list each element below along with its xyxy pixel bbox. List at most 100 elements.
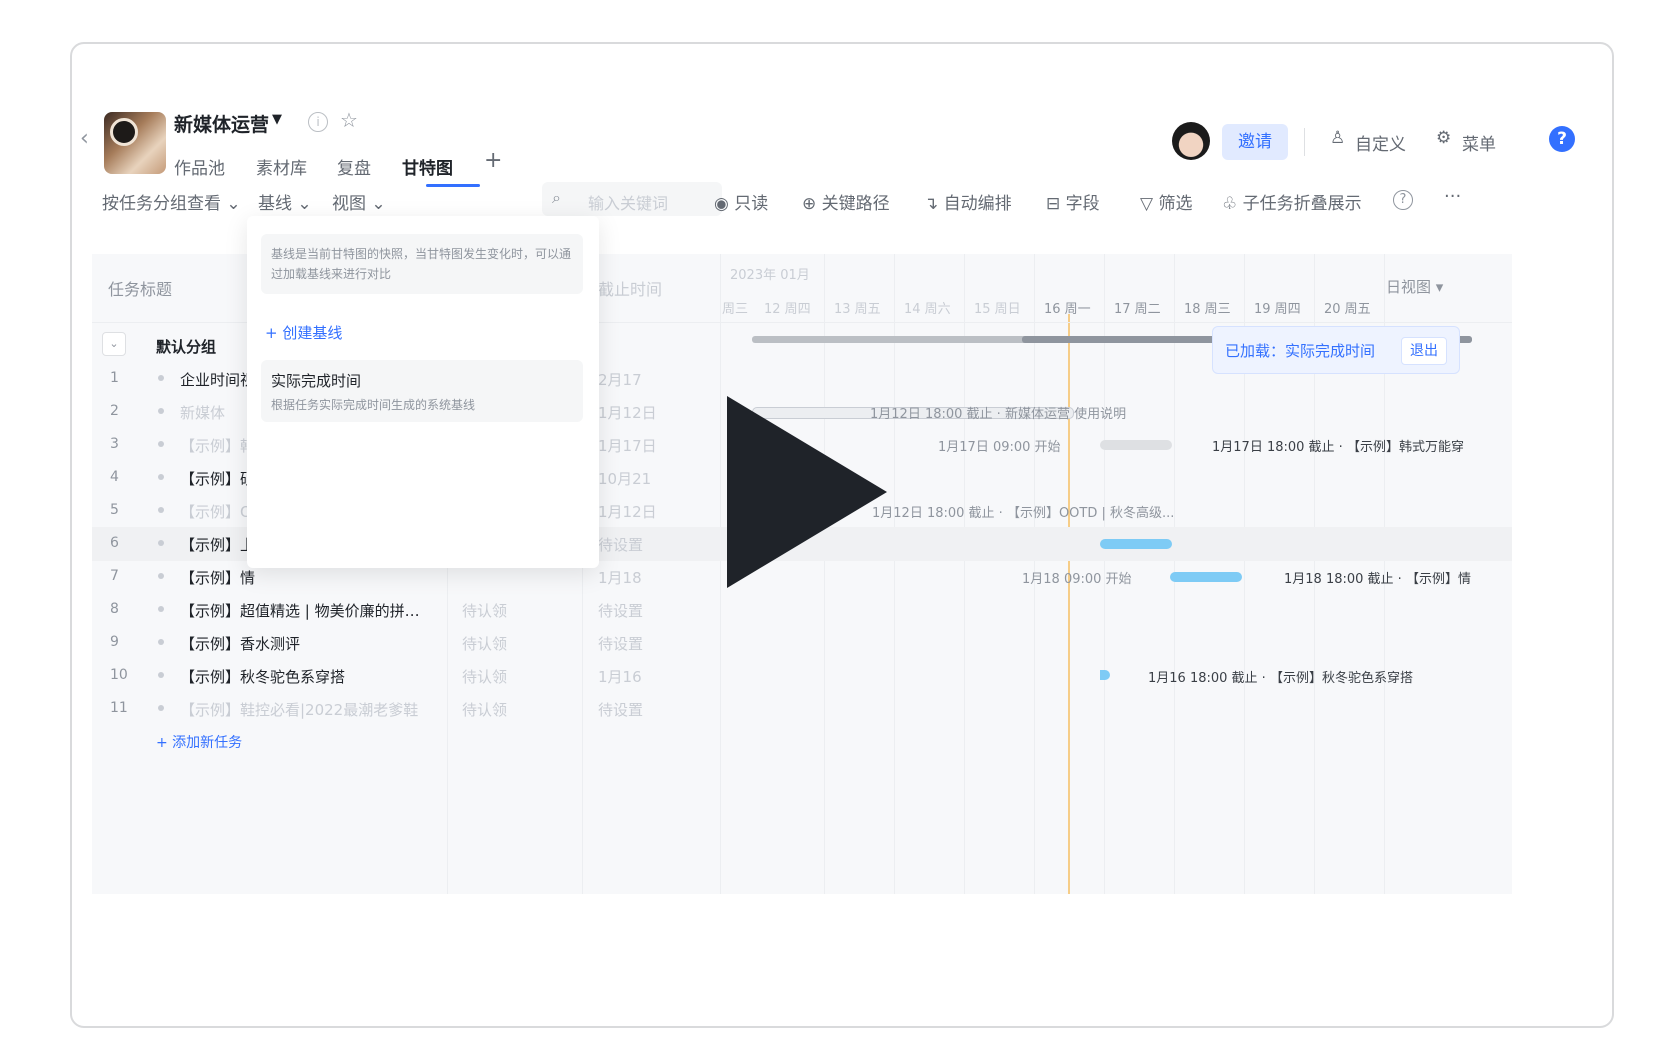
task-deadline: 1月17日 xyxy=(598,437,657,455)
add-task-button[interactable]: + 添加新任务 xyxy=(156,732,242,752)
customize-button[interactable]: 自定义 xyxy=(1355,130,1406,155)
baseline-label: 基线 xyxy=(258,194,292,214)
fields-label: 字段 xyxy=(1065,194,1100,214)
baseline-dropdown[interactable]: 基线 ⌄ xyxy=(258,189,312,214)
invite-button[interactable]: 邀请 xyxy=(1222,124,1288,160)
task-title: 【示例】秋冬驼色系穿搭 xyxy=(180,668,346,686)
play-icon[interactable] xyxy=(727,396,887,588)
question-icon[interactable]: ? xyxy=(1393,190,1413,210)
critical-path-button[interactable]: ⊕ 关键路径 xyxy=(802,189,890,214)
add-tab-icon[interactable]: + xyxy=(484,148,502,173)
baseline-menu: 基线是当前甘特图的快照，当甘特图发生变化时，可以通过加载基线来进行对比 + 创建… xyxy=(247,216,599,568)
task-title: 【示例】香水测评 xyxy=(180,635,301,653)
tab-gantt[interactable]: 甘特图 xyxy=(402,154,453,179)
task-deadline: 1月12日 xyxy=(598,404,657,422)
row-number: 3 xyxy=(110,436,119,452)
help-icon[interactable]: ? xyxy=(1549,126,1575,152)
task-deadline: 1月16 xyxy=(598,668,642,686)
search-input[interactable]: ⌕ 输入关键词 xyxy=(542,182,722,216)
filter-icon: ▽ xyxy=(1140,194,1154,214)
create-baseline-button[interactable]: + 创建基线 xyxy=(265,322,342,343)
filter-label: 筛选 xyxy=(1158,194,1193,214)
table-row[interactable]: 9 【示例】香水测评 待认领 待设置 xyxy=(92,626,1512,660)
chevron-down-icon: ⌄ xyxy=(226,194,241,214)
subtask-fold-label: 子任务折叠展示 xyxy=(1242,194,1362,214)
row-number: 11 xyxy=(110,700,128,716)
title-dropdown-icon[interactable]: ▼ xyxy=(272,112,282,127)
project-avatar xyxy=(104,112,166,174)
day-header: 20 周五 xyxy=(1324,302,1371,317)
back-icon[interactable]: ‹ xyxy=(80,126,89,151)
day-header: 16 周一 xyxy=(1044,302,1091,317)
bar-label: 1月12日 18:00 截止 · 新媒体运营 使用说明 xyxy=(870,407,1127,422)
view-dropdown[interactable]: 视图 ⌄ xyxy=(332,189,386,214)
critical-path-label: 关键路径 xyxy=(821,194,890,214)
day-header: 12 周四 xyxy=(764,302,811,317)
info-icon[interactable]: i xyxy=(308,112,328,132)
auto-schedule-button[interactable]: ↴ 自动编排 xyxy=(924,189,1012,214)
customize-icon[interactable]: ♙ xyxy=(1330,128,1345,148)
filter-button[interactable]: ▽ 筛选 xyxy=(1140,189,1192,214)
loaded-baseline-banner: 已加载：实际完成时间 退出 xyxy=(1212,326,1460,374)
fields-button[interactable]: ⊟ 字段 xyxy=(1046,189,1100,214)
active-tab-indicator xyxy=(426,184,480,187)
row-number: 10 xyxy=(110,667,128,683)
row-number: 2 xyxy=(110,403,119,419)
task-bar[interactable] xyxy=(1100,539,1172,549)
milestone-marker[interactable] xyxy=(1100,670,1110,680)
scale-dropdown[interactable]: 日视图 ▾ xyxy=(1386,276,1443,297)
table-row[interactable]: 8 【示例】超值精选 | 物美价廉的拼… 待认领 待设置 xyxy=(92,593,1512,627)
star-icon[interactable]: ☆ xyxy=(340,108,358,132)
bar-label: 1月12日 18:00 截止 · 【示例】OOTD | 秋冬高级... xyxy=(872,506,1175,521)
table-row[interactable]: 10 【示例】秋冬驼色系穿搭 待认领 1月16 1月16 18:00 截止 · 【示例… xyxy=(92,659,1512,693)
view-label: 视图 xyxy=(332,194,366,214)
tab-works[interactable]: 作品池 xyxy=(174,154,225,179)
group-by-label: 按任务分组查看 xyxy=(102,194,221,214)
exit-baseline-button[interactable]: 退出 xyxy=(1401,337,1447,365)
group-collapse-icon[interactable]: ⌄ xyxy=(102,332,126,356)
task-bar[interactable] xyxy=(1170,572,1242,582)
readonly-button[interactable]: ◉ 只读 xyxy=(714,189,768,214)
tab-review[interactable]: 复盘 xyxy=(337,154,371,179)
day-header: 周三 xyxy=(722,302,749,317)
menu-button[interactable]: 菜单 xyxy=(1462,130,1496,155)
task-deadline: 1月12日 xyxy=(598,503,657,521)
project-title[interactable]: 新媒体运营 xyxy=(174,110,269,137)
task-title: 【示例】上 xyxy=(180,536,256,554)
caret-down-icon: ▾ xyxy=(1435,278,1444,296)
row-number: 6 xyxy=(110,535,119,551)
more-icon[interactable]: ··· xyxy=(1444,186,1461,207)
row-number: 7 xyxy=(110,568,119,584)
group-by-dropdown[interactable]: 按任务分组查看 ⌄ xyxy=(102,189,241,214)
user-avatar[interactable] xyxy=(1172,122,1210,160)
gantt-month: 2023年 01月 xyxy=(730,268,810,283)
task-title: 新媒体 xyxy=(180,404,226,422)
task-owner: 待认领 xyxy=(462,635,508,653)
table-row[interactable]: 11 【示例】鞋控必看|2022最潮老爹鞋 待认领 待设置 xyxy=(92,692,1512,726)
task-title: 【示例】超值精选 | 物美价廉的拼… xyxy=(180,602,420,620)
task-deadline: 2月17 xyxy=(598,371,642,389)
day-header: 14 周六 xyxy=(904,302,951,317)
baseline-tip-text: 基线是当前甘特图的快照，当甘特图发生变化时，可以通过加载基线来进行对比 xyxy=(271,247,572,281)
day-header: 17 周二 xyxy=(1114,302,1161,317)
loaded-baseline-label: 已加载：实际完成时间 xyxy=(1225,342,1376,360)
task-title: 企业时间视 xyxy=(180,371,256,389)
day-header: 15 周日 xyxy=(974,302,1021,317)
tab-materials[interactable]: 素材库 xyxy=(256,154,307,179)
task-bar[interactable] xyxy=(1100,440,1172,450)
task-title: 【示例】O xyxy=(180,503,252,521)
bar-end-label: 1月17日 18:00 截止 · 【示例】韩式万能穿 xyxy=(1212,440,1464,455)
col-title-header: 任务标题 xyxy=(108,280,173,299)
baseline-option[interactable]: 实际完成时间 根据任务实际完成时间生成的系统基线 xyxy=(261,360,583,422)
row-number: 9 xyxy=(110,634,119,650)
row-number: 4 xyxy=(110,469,119,485)
menu-icon[interactable]: ⚙ xyxy=(1436,128,1451,148)
task-title: 【示例】硕 xyxy=(180,470,256,488)
task-title: 【示例】韩 xyxy=(180,437,256,455)
bar-end-label: 1月16 18:00 截止 · 【示例】秋冬驼色系穿搭 xyxy=(1148,671,1413,686)
task-title: 【示例】鞋控必看|2022最潮老爹鞋 xyxy=(180,701,419,719)
baseline-tip: 基线是当前甘特图的快照，当甘特图发生变化时，可以通过加载基线来进行对比 xyxy=(261,234,583,294)
task-deadline: 待设置 xyxy=(598,701,644,719)
eye-icon: ◉ xyxy=(714,194,729,214)
subtask-fold-button[interactable]: ♧ 子任务折叠展示 xyxy=(1222,189,1362,214)
